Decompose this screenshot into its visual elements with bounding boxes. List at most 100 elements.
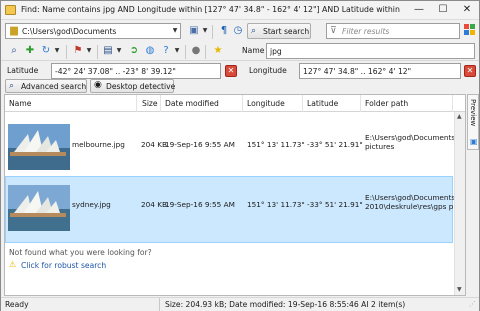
title-bar: Find: Name contains jpg AND Longitude wi…: [1, 1, 479, 20]
date-modified: 19-Sep-16 9:55 AM: [165, 200, 235, 209]
preview-tab-label: Preview: [469, 99, 477, 127]
latitude-label: Latitude: [7, 66, 39, 75]
table-row[interactable]: sydney.jpg 204 KB 19-Sep-16 9:55 AM 151°…: [5, 176, 462, 243]
close-button[interactable]: ✕: [456, 1, 478, 20]
folder-path-line: E:\Users\god\Documents\: [365, 193, 458, 202]
name-input[interactable]: jpg: [266, 43, 475, 59]
dot-menu-icon[interactable]: ●: [189, 44, 203, 58]
scroll-down-icon[interactable]: ▼: [457, 286, 462, 293]
advanced-search-button[interactable]: ⌕ Advanced search: [5, 79, 87, 93]
divider: [97, 45, 98, 59]
filter-results-input[interactable]: ⊽ Filter results: [326, 23, 460, 39]
longitude-input[interactable]: 127° 47' 34.8" .. 162° 4' 12": [299, 63, 461, 79]
location-combo[interactable]: ▆ C:\Users\god\Documents ▼: [5, 23, 181, 39]
status-bar: Ready Size: 204.93 kB; Date modified: 19…: [1, 297, 479, 311]
globe-icon[interactable]: ◍: [143, 44, 157, 58]
star-icon[interactable]: ★: [211, 44, 225, 58]
latitude-cell: -33° 51' 21.91": [307, 200, 363, 209]
preview-icon: ▣: [470, 137, 478, 146]
file-size: 204 KB: [141, 140, 168, 149]
wand-icon: ⌕: [9, 81, 15, 91]
filter-placeholder: Filter results: [342, 27, 390, 36]
help-icon[interactable]: ?: [159, 44, 173, 58]
find-app-icon: [5, 5, 16, 15]
longitude-label: Longitude: [249, 66, 287, 75]
column-header-size[interactable]: Size: [137, 95, 161, 112]
save-icon[interactable]: ▤: [101, 44, 115, 58]
file-name: sydney.jpg: [72, 200, 111, 209]
location-value: C:\Users\god\Documents: [22, 27, 117, 36]
name-value: jpg: [270, 47, 282, 56]
file-name: melbourne.jpg: [72, 140, 125, 149]
divider: [66, 45, 67, 59]
window-title: Find: Name contains jpg AND Longitude wi…: [21, 5, 401, 14]
location-toolbar: ▆ C:\Users\god\Documents ▼ ▣ ▼ ¶ ◷ ⌕ Sta…: [1, 21, 479, 42]
scroll-up-icon[interactable]: ▲: [457, 113, 462, 120]
vertical-scrollbar[interactable]: ▲ ▼: [454, 112, 465, 295]
warning-icon: ⚠: [9, 260, 17, 269]
compass-icon[interactable]: ◷: [231, 24, 245, 38]
search-icon[interactable]: ⌕: [7, 44, 21, 58]
name-label: Name: [242, 46, 265, 55]
column-header-name[interactable]: Name: [5, 95, 137, 112]
start-search-button[interactable]: ⌕ Start search: [247, 23, 311, 39]
results-table: Name Size Date modified Longitude Latitu…: [4, 94, 466, 296]
column-header-latitude[interactable]: Latitude: [303, 95, 361, 112]
column-header-date[interactable]: Date modified: [161, 95, 243, 112]
desktop-detective-button[interactable]: ◉ Desktop detective: [90, 79, 176, 93]
filter-icon: ⊽: [330, 26, 337, 36]
status-ready: Ready: [5, 300, 29, 309]
preview-tab[interactable]: Preview ▣: [467, 94, 479, 150]
not-found-text: Not found what you were looking for?: [9, 248, 152, 257]
divider: [205, 45, 206, 59]
longitude-cell: 151° 13' 11.73": [247, 140, 305, 149]
divider: [185, 45, 186, 59]
app-window: Find: Name contains jpg AND Longitude wi…: [0, 0, 480, 311]
file-size: 204 KB: [141, 200, 168, 209]
advanced-search-label: Advanced search: [21, 82, 87, 91]
longitude-cell: 151° 13' 11.73": [247, 200, 305, 209]
table-header: Name Size Date modified Longitude Latitu…: [5, 95, 465, 112]
folder-path-line: pictures: [365, 142, 395, 151]
robust-search-link[interactable]: Click for robust search: [21, 261, 106, 270]
chevron-down-icon[interactable]: ▼: [201, 24, 209, 38]
flag-icon[interactable]: ⚑: [71, 44, 85, 58]
actions-row: ⌕ Advanced search ◉ Desktop detective: [1, 79, 479, 94]
icon-toolbar: ⌕ ✚ ↻ ▼ ⚑ ▼ ▤ ▼ ➲ ◍ ? ▼ ● ★ Name jpg: [1, 42, 479, 60]
detective-icon: ◉: [94, 80, 102, 90]
latitude-input[interactable]: -42° 24' 37.08" .. -23° 8' 39.12": [51, 63, 221, 79]
clear-latitude-button[interactable]: ✕: [225, 65, 237, 77]
latitude-cell: -33° 51' 21.91": [307, 140, 363, 149]
folder-path-line: 2010\deskrule\res\gps pict: [365, 202, 463, 211]
latitude-value: -42° 24' 37.08" .. -23° 8' 39.12": [55, 67, 176, 76]
browse-folder-icon[interactable]: ▣: [187, 24, 201, 38]
chevron-down-icon[interactable]: ▼: [173, 44, 181, 58]
maximize-button[interactable]: ☐: [432, 1, 454, 20]
folder-icon: ▆: [10, 25, 18, 36]
chevron-down-icon[interactable]: ▼: [53, 44, 61, 58]
thumbnail-image: [8, 124, 70, 170]
minimize-button[interactable]: —: [408, 1, 430, 20]
chevron-down-icon[interactable]: ▼: [85, 44, 93, 58]
add-icon[interactable]: ✚: [23, 44, 37, 58]
paragraph-icon[interactable]: ¶: [217, 24, 231, 38]
divider: [159, 298, 160, 311]
search-icon: ⌕: [251, 26, 257, 36]
status-summary: Size: 204.93 kB; Date modified: 19-Sep-1…: [165, 300, 406, 309]
date-modified: 19-Sep-16 9:55 AM: [165, 140, 235, 149]
chevron-down-icon[interactable]: ▼: [171, 24, 179, 38]
divider: [212, 25, 213, 39]
resize-grip-icon[interactable]: ⋰: [469, 300, 476, 308]
criteria-row: Latitude -42° 24' 37.08" .. -23° 8' 39.1…: [1, 60, 479, 79]
thumbnail-image: [8, 185, 70, 231]
chevron-down-icon[interactable]: ▼: [115, 44, 123, 58]
color-grid-icon[interactable]: [464, 24, 476, 38]
column-header-longitude[interactable]: Longitude: [243, 95, 303, 112]
desktop-detective-label: Desktop detective: [106, 82, 176, 91]
nav-icon[interactable]: ➲: [127, 44, 141, 58]
column-header-folder[interactable]: Folder path: [361, 95, 453, 112]
refresh-icon[interactable]: ↻: [39, 44, 53, 58]
clear-longitude-button[interactable]: ✕: [464, 65, 476, 77]
folder-path-line: E:\Users\god\Documents\: [365, 133, 458, 142]
table-row[interactable]: melbourne.jpg 204 KB 19-Sep-16 9:55 AM 1…: [5, 116, 458, 183]
